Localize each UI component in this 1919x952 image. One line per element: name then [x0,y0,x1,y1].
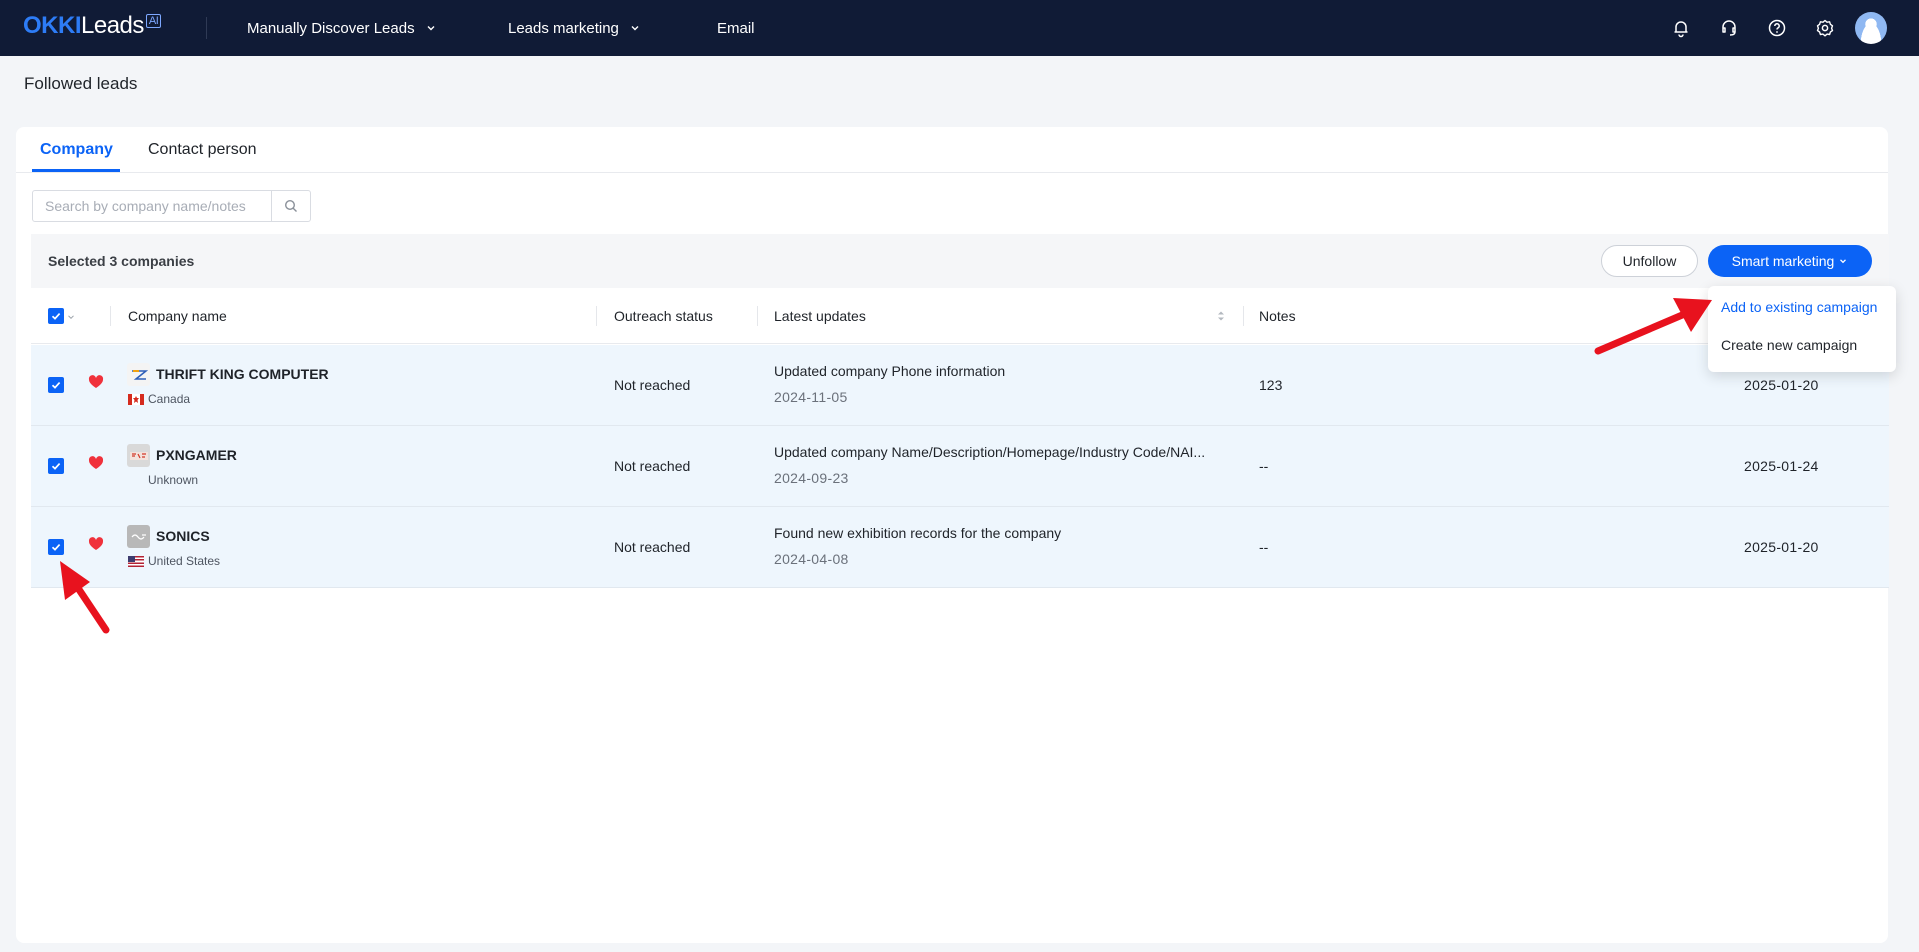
canada-flag-icon [128,393,144,405]
smart-marketing-button[interactable]: Smart marketing [1708,245,1872,277]
check-icon [51,382,61,389]
notes-value: -- [1259,539,1269,555]
company-country: United States [128,554,220,568]
check-icon [51,313,61,320]
outreach-status: Not reached [614,539,691,555]
headset-icon[interactable] [1717,16,1741,40]
nav-item-label: Leads marketing [508,19,619,37]
table-row[interactable]: PXNGAMER Unknown Not reached Updated com… [31,426,1889,507]
company-name[interactable]: PXNGAMER [156,447,237,463]
check-icon [51,544,61,551]
nav-leads-marketing[interactable]: Leads marketing [508,0,641,56]
smart-marketing-dropdown: Add to existing campaign Create new camp… [1708,286,1896,372]
top-navigation-bar: OKKI Leads AI Manually Discover Leads Le… [0,0,1919,56]
search-input[interactable] [33,191,272,221]
nav-item-label: Email [717,19,755,37]
column-header-latest-updates[interactable]: Latest updates [774,308,866,324]
table-row[interactable]: SONICS United States Not reached Found n… [31,507,1889,588]
latest-update-text: Updated company Name/Description/Homepag… [774,444,1206,460]
company-logo [127,525,150,548]
search-icon [285,199,298,212]
company-logo [127,363,150,386]
row-checkbox[interactable] [48,458,64,474]
column-header-company-name: Company name [128,308,227,324]
okki-leads-logo[interactable]: OKKI Leads AI [23,12,162,42]
company-logo [127,444,150,467]
search-box [32,190,311,222]
help-icon[interactable] [1765,16,1789,40]
sort-icon[interactable] [1216,309,1226,323]
heart-icon[interactable] [88,536,104,552]
nav-email[interactable]: Email [717,0,755,56]
tab-contact-person[interactable]: Contact person [148,141,257,159]
latest-update-text: Found new exhibition records for the com… [774,525,1062,541]
followed-date: 2025-01-20 [1744,377,1819,393]
nav-item-label: Manually Discover Leads [247,19,415,37]
notes-value: 123 [1259,377,1283,393]
bell-icon[interactable] [1669,16,1693,40]
company-country: Unknown [148,473,198,487]
country-label: Canada [148,392,191,406]
outreach-status: Not reached [614,458,691,474]
unfollow-button-label: Unfollow [1622,253,1677,269]
page-title: Followed leads [24,74,138,93]
avatar[interactable] [1855,12,1887,44]
latest-update-date: 2024-04-08 [774,551,849,567]
latest-update-date: 2024-11-05 [774,389,848,405]
logo-leads-text: Leads [81,12,144,39]
check-icon [51,463,61,470]
annotation-arrow-icon [1594,298,1712,355]
latest-update-date: 2024-09-23 [774,470,849,486]
logo-ai-badge: AI [145,14,162,28]
followed-date: 2025-01-20 [1744,539,1819,555]
heart-icon[interactable] [88,455,104,471]
row-checkbox[interactable] [48,539,64,555]
active-tab-indicator [32,169,120,172]
nav-divider [206,17,207,39]
latest-update-text: Updated company Phone information [774,363,1006,379]
company-name[interactable]: THRIFT KING COMPUTER [156,366,329,382]
column-header-outreach-status: Outreach status [614,308,713,324]
country-label: United States [148,554,221,568]
select-options-chevron-icon[interactable] [67,313,75,321]
heart-icon[interactable] [88,374,104,390]
logo-okki-text: OKKI [23,12,82,39]
column-divider [110,306,111,326]
us-flag-icon [128,555,144,567]
gear-icon[interactable] [1813,16,1837,40]
selected-count-text: Selected 3 companies [48,253,195,269]
chevron-down-icon [1838,256,1848,266]
menu-item-create-new-campaign[interactable]: Create new campaign [1721,337,1857,353]
company-country: Canada [128,392,190,406]
notes-value: -- [1259,458,1269,474]
column-header-notes: Notes [1259,308,1296,324]
tab-bar: Company Contact person [16,127,1888,173]
tab-company[interactable]: Company [40,141,113,159]
company-name[interactable]: SONICS [156,528,210,544]
unfollow-button[interactable]: Unfollow [1601,245,1698,277]
menu-item-add-to-existing-campaign[interactable]: Add to existing campaign [1721,299,1877,315]
row-checkbox[interactable] [48,377,64,393]
column-divider [757,306,758,326]
nav-manually-discover-leads[interactable]: Manually Discover Leads [247,0,437,56]
outreach-status: Not reached [614,377,691,393]
smart-marketing-button-label: Smart marketing [1731,253,1835,269]
chevron-down-icon [425,22,437,34]
followed-date: 2025-01-24 [1744,458,1819,474]
country-label: Unknown [148,473,199,487]
search-button[interactable] [271,191,310,221]
column-divider [596,306,597,326]
column-divider [1243,306,1244,326]
annotation-arrow-icon [60,561,110,634]
select-all-checkbox[interactable] [48,308,64,324]
chevron-down-icon [629,22,641,34]
